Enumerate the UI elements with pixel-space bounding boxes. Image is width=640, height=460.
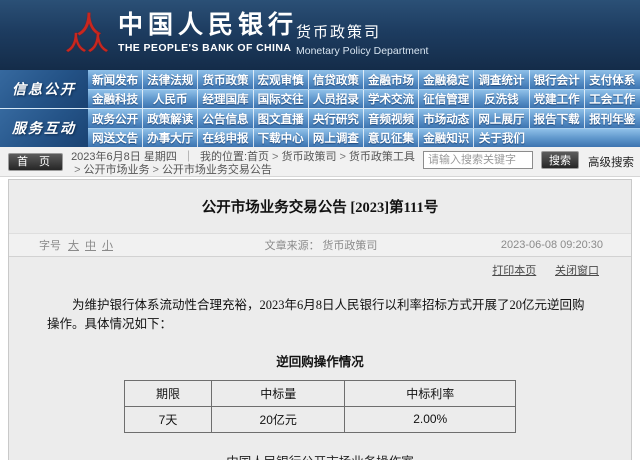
article-actions: 打印本页 关闭窗口 [9,262,631,278]
nav-item[interactable]: 公告信息 [198,109,253,128]
current-date: 2023年6月8日 星期四 [71,151,177,163]
font-size-controls: 字号 大中小 [39,237,239,253]
bank-name-cn: 中国人民银行 [118,10,298,40]
nav-item[interactable]: 信贷政策 [309,70,364,89]
nav-item[interactable]: 工会工作 [585,90,640,108]
nav-item[interactable]: 银行会计 [530,70,585,89]
nav-item[interactable]: 人员招录 [309,90,364,108]
nav-item[interactable]: 关于我们 [474,129,529,147]
department-block: 货币政策司 Monetary Policy Department [296,23,428,57]
nav-item[interactable]: 反洗钱 [474,90,529,108]
print-page-link[interactable]: 打印本页 [492,265,536,277]
nav-row: 新闻发布法律法规货币政策宏观审慎信贷政策金融市场金融稳定调查统计银行会计支付体系 [88,70,640,89]
nav-item[interactable]: 调查统计 [474,70,529,89]
nav-item[interactable]: 国际交往 [254,90,309,108]
site-header: 人 人 人 中国人民银行 THE PEOPLE'S BANK OF CHINA … [0,0,640,70]
nav-item[interactable]: 报刊年鉴 [585,109,640,128]
advanced-search-link[interactable]: 高级搜索 [588,154,634,170]
breadcrumb-arrow-icon: > [272,151,278,163]
nav-item[interactable]: 征信管理 [419,90,474,108]
font-size-option[interactable]: 中 [85,240,96,252]
nav-item[interactable]: 网送文告 [88,129,143,147]
location-prefix: 我的位置: [200,151,247,163]
nav-item[interactable]: 市场动态 [419,109,474,128]
nav-item[interactable]: 下载中心 [254,129,309,147]
nav-item[interactable]: 央行研究 [309,109,364,128]
nav-item[interactable]: 网上展厅 [474,109,529,128]
nav-item[interactable]: 党建工作 [530,90,585,108]
home-button[interactable]: 首 页 [8,153,63,171]
article-source: 文章来源： 货币政策司 [239,237,403,253]
breadcrumb-item[interactable]: 货币政策司 [281,151,336,163]
breadcrumb-item[interactable]: 货币政策工具 [349,151,415,163]
font-size-label: 字号 [39,237,61,253]
table-header-cell: 期限 [125,380,212,406]
operation-table-title: 逆回购操作情况 [9,351,631,370]
table-row: 7天20亿元2.00% [125,406,516,432]
table-header-cell: 中标量 [212,380,345,406]
nav-item[interactable]: 金融知识 [419,129,474,147]
breadcrumb-item[interactable]: 首页 [247,151,269,163]
breadcrumb-divider: ｜ [183,151,194,163]
nav-item[interactable]: 网上调查 [309,129,364,147]
nav-row: 金融科技人民币经理国库国际交往人员招录学术交流征信管理反洗钱党建工作工会工作 [88,89,640,108]
font-size-option[interactable]: 大 [68,240,79,252]
nav-item[interactable]: 报告下载 [530,109,585,128]
nav-row: 网送文告办事大厅在线申报下载中心网上调查意见征集金融知识关于我们 [88,128,640,147]
nav-section: 服务互动政务公开政策解读公告信息图文直播央行研究音频视频市场动态网上展厅报告下载… [0,108,640,147]
nav-item[interactable]: 人民币 [143,90,198,108]
search-input[interactable] [423,151,533,169]
breadcrumb-bar: 首 页 2023年6月8日 星期四 ｜ 我的位置:首页>货币政策司>货币政策工具… [0,147,640,177]
nav-item[interactable]: 支付体系 [585,70,640,89]
article-panel: 公开市场业务交易公告 [2023]第111号 字号 大中小 文章来源： 货币政策… [8,179,632,460]
nav-item[interactable]: 宏观审慎 [254,70,309,89]
article-body: 为维护银行体系流动性合理充裕，2023年6月8日人民银行以利率招标方式开展了20… [9,296,631,335]
reverse-repo-table: 期限中标量中标利率 7天20亿元2.00% [124,380,516,433]
nav-item[interactable]: 法律法规 [143,70,198,89]
breadcrumb: 2023年6月8日 星期四 ｜ 我的位置:首页>货币政策司>货币政策工具>公开市… [71,151,421,176]
breadcrumb-arrow-icon: > [339,151,345,163]
table-header-cell: 中标利率 [345,380,516,406]
nav-row: 政务公开政策解读公告信息图文直播央行研究音频视频市场动态网上展厅报告下载报刊年鉴 [88,109,640,128]
nav-item[interactable]: 音频视频 [364,109,419,128]
article-datetime: 2023-06-08 09:20:30 [403,239,603,251]
close-window-link[interactable]: 关闭窗口 [555,265,599,277]
nav-item[interactable]: 图文直播 [254,109,309,128]
nav-section: 信息公开新闻发布法律法规货币政策宏观审慎信贷政策金融市场金融稳定调查统计银行会计… [0,70,640,108]
nav-item[interactable]: 政务公开 [88,109,143,128]
table-cell: 2.00% [345,406,516,432]
bank-name-en: THE PEOPLE'S BANK OF CHINA [118,42,298,54]
nav-item[interactable]: 办事大厅 [143,129,198,147]
nav-item[interactable]: 金融市场 [364,70,419,89]
nav-section-label[interactable]: 服务互动 [0,109,88,147]
breadcrumb-arrow-icon: > [74,164,80,176]
nav-item[interactable]: 在线申报 [198,129,253,147]
nav-item[interactable]: 金融科技 [88,90,143,108]
issuer-signature: 中国人民银行公开市场业务操作室 [9,451,631,460]
article-meta-row: 字号 大中小 文章来源： 货币政策司 2023-06-08 09:20:30 [9,233,631,257]
nav-item[interactable]: 经理国库 [198,90,253,108]
table-cell: 20亿元 [212,406,345,432]
breadcrumb-arrow-icon: > [153,164,159,176]
nav-item[interactable]: 金融稳定 [419,70,474,89]
department-name-en: Monetary Policy Department [296,45,428,57]
table-cell: 7天 [125,406,212,432]
nav-item[interactable]: 政策解读 [143,109,198,128]
nav-item[interactable]: 学术交流 [364,90,419,108]
breadcrumb-item[interactable]: 公开市场业务交易公告 [162,164,272,176]
nav-item[interactable]: 新闻发布 [88,70,143,89]
search-button[interactable]: 搜索 [541,151,579,169]
pboc-logo-icon[interactable]: 人 人 人 [66,9,110,61]
font-size-option[interactable]: 小 [102,240,113,252]
nav-section-label[interactable]: 信息公开 [0,70,88,108]
bank-title-block: 中国人民银行 THE PEOPLE'S BANK OF CHINA [118,10,298,54]
breadcrumb-item[interactable]: 公开市场业务 [84,164,150,176]
article-title: 公开市场业务交易公告 [2023]第111号 [9,196,631,217]
department-name-cn: 货币政策司 [296,23,428,42]
nav-item[interactable]: 货币政策 [198,70,253,89]
nav-item[interactable]: 意见征集 [364,129,419,147]
pboc-announcement-page: 人 人 人 中国人民银行 THE PEOPLE'S BANK OF CHINA … [0,0,640,460]
main-nav: 信息公开新闻发布法律法规货币政策宏观审慎信贷政策金融市场金融稳定调查统计银行会计… [0,70,640,147]
